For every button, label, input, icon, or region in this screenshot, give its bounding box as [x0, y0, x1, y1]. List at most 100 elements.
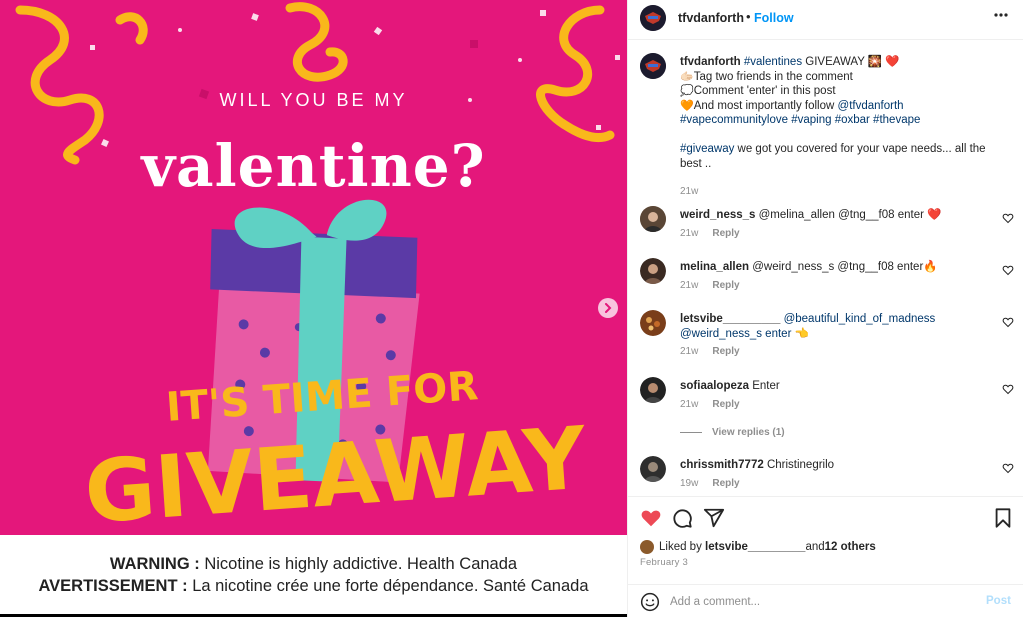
reply-button[interactable]: Reply — [712, 346, 739, 357]
caption-line2: Tag two friends in the comment — [693, 70, 853, 83]
more-horizontal-icon — [994, 13, 1008, 17]
post-media[interactable]: IT'S TIME FOR GIVEAWAY WILL YOU BE MY va… — [0, 0, 627, 617]
likes-prefix: Liked by — [659, 541, 702, 553]
comment-composer: Post — [628, 584, 1023, 617]
post-comment-button[interactable]: Post — [986, 595, 1011, 607]
comment-username[interactable]: chrissmith7772 — [680, 459, 764, 471]
reply-button[interactable]: Reply — [712, 280, 739, 291]
next-slide-button[interactable] — [598, 298, 618, 318]
confetti-swirl — [536, 5, 615, 142]
reply-button[interactable]: Reply — [712, 399, 739, 410]
comment-username[interactable]: letsvibe_________ — [680, 313, 780, 325]
avatar[interactable] — [640, 377, 666, 403]
hand-emoji-icon: 🫱🏻 — [680, 70, 694, 83]
confetti-swirl — [285, 2, 348, 82]
hashtag[interactable]: #valentines — [744, 56, 802, 68]
smiley-icon[interactable] — [640, 592, 660, 612]
caption-line3: Comment 'enter' in this post — [693, 85, 836, 97]
confetti-swirl — [115, 12, 148, 45]
header-separator: • — [746, 9, 751, 24]
bookmark-icon[interactable] — [992, 507, 1014, 529]
avatar[interactable] — [640, 53, 666, 79]
poster-artwork: IT'S TIME FOR GIVEAWAY — [15, 2, 620, 535]
likes-others[interactable]: 12 others — [825, 541, 876, 553]
reply-button[interactable]: Reply — [712, 478, 739, 489]
comment-meta: 21w Reply — [680, 399, 740, 410]
follow-button[interactable]: Follow — [754, 11, 794, 25]
action-bar — [628, 496, 1023, 534]
comment-text: letsvibe_________ @beautiful_kind_of_mad… — [680, 312, 990, 341]
comment-time[interactable]: 21w — [680, 280, 698, 291]
avatar[interactable] — [640, 310, 666, 336]
comment-meta: 21w Reply — [680, 280, 740, 291]
comment-content: @weird_ness_s @tng__f08 enter🔥 — [749, 261, 938, 273]
avatar[interactable] — [640, 258, 666, 284]
comment-meta: 19w Reply — [680, 478, 740, 489]
caption-hashtags[interactable]: #vapecommunitylove #vaping #oxbar #theva… — [680, 114, 920, 126]
speech-bubble-icon: 💭 — [680, 85, 694, 97]
likes-summary[interactable]: Liked by letsvibe_________ and 12 others — [640, 540, 876, 554]
banner-line2: GIVEAWAY — [81, 408, 591, 535]
comment-username[interactable]: melina_allen — [680, 261, 749, 273]
caption-time[interactable]: 21w — [680, 186, 698, 197]
profile-logo-icon — [640, 5, 666, 31]
profile-photo-icon — [640, 206, 666, 232]
comment-input[interactable] — [670, 593, 970, 611]
chevron-right-icon — [605, 303, 612, 313]
post-details-panel: tfvdanforth • Follow tfvdanforth #valent… — [627, 0, 1023, 617]
share-icon[interactable] — [703, 507, 725, 529]
header-username[interactable]: tfvdanforth — [678, 11, 744, 25]
liker-username[interactable]: letsvibe_________ — [705, 541, 805, 553]
post-date[interactable]: February 3 — [640, 557, 688, 568]
comment-time[interactable]: 21w — [680, 399, 698, 410]
comment-time[interactable]: 21w — [680, 346, 698, 357]
post-view: IT'S TIME FOR GIVEAWAY WILL YOU BE MY va… — [0, 0, 1023, 617]
caption-text: tfvdanforth #valentines GIVEAWAY 🎇 ❤️ 🫱🏻… — [680, 55, 990, 171]
post-header: tfvdanforth • Follow — [628, 0, 1023, 40]
health-warning: WARNING : Nicotine is highly addictive. … — [0, 535, 627, 614]
reply-button[interactable]: Reply — [712, 228, 739, 239]
like-comment-icon[interactable] — [1002, 212, 1014, 224]
comment-content: Enter — [749, 380, 780, 392]
comment-time[interactable]: 21w — [680, 228, 698, 239]
liker-avatar — [640, 540, 654, 554]
likes-middle: and — [805, 541, 825, 553]
comment-text: sofiaalopeza Enter — [680, 379, 990, 394]
comment-meta: 21w Reply — [680, 228, 740, 239]
divider — [680, 431, 702, 433]
view-replies-button[interactable]: View replies (1) — [680, 427, 785, 438]
comment-icon[interactable] — [671, 507, 693, 529]
profile-photo-icon — [640, 258, 666, 284]
comment-time[interactable]: 19w — [680, 478, 698, 489]
avatar[interactable] — [640, 206, 666, 232]
more-options-button[interactable] — [993, 6, 1009, 27]
mention[interactable]: @tfvdanforth — [838, 100, 904, 112]
avatar[interactable] — [640, 456, 666, 482]
comments-scroll-area[interactable]: tfvdanforth #valentines GIVEAWAY 🎇 ❤️ 🫱🏻… — [628, 41, 1023, 495]
orange-heart-icon: 🧡 — [680, 99, 694, 112]
heart-filled-icon[interactable] — [640, 507, 662, 529]
profile-photo-icon — [640, 456, 666, 482]
warning-fr-text: La nicotine crée une forte dépendance. S… — [187, 577, 589, 595]
profile-logo-icon — [640, 53, 666, 79]
poster-title: valentine? — [141, 132, 486, 200]
like-comment-icon[interactable] — [1002, 383, 1014, 395]
like-comment-icon[interactable] — [1002, 316, 1014, 328]
view-replies-label[interactable]: View replies (1) — [712, 427, 785, 438]
comment-text: chrissmith7772 Christinegrilo — [680, 458, 990, 473]
avatar[interactable] — [640, 5, 666, 31]
poster-subtitle: WILL YOU BE MY — [219, 90, 408, 110]
comment-username[interactable]: sofiaalopeza — [680, 380, 749, 392]
like-comment-icon[interactable] — [1002, 264, 1014, 276]
warning-fr-label: AVERTISSEMENT : — [38, 577, 188, 595]
comment-content: Christinegrilo — [763, 459, 835, 471]
comment-meta: 21w Reply — [680, 346, 740, 357]
caption-line4: And most importantly follow — [693, 99, 838, 112]
caption-username[interactable]: tfvdanforth — [680, 56, 741, 68]
like-comment-icon[interactable] — [1002, 462, 1014, 474]
caption-line1: GIVEAWAY 🎇 ❤️ — [802, 56, 900, 68]
profile-photo-icon — [640, 377, 666, 403]
comment-username[interactable]: weird_ness_s — [680, 209, 755, 221]
hashtag[interactable]: #giveaway — [680, 143, 734, 155]
warning-en: WARNING : Nicotine is highly addictive. … — [0, 555, 627, 574]
